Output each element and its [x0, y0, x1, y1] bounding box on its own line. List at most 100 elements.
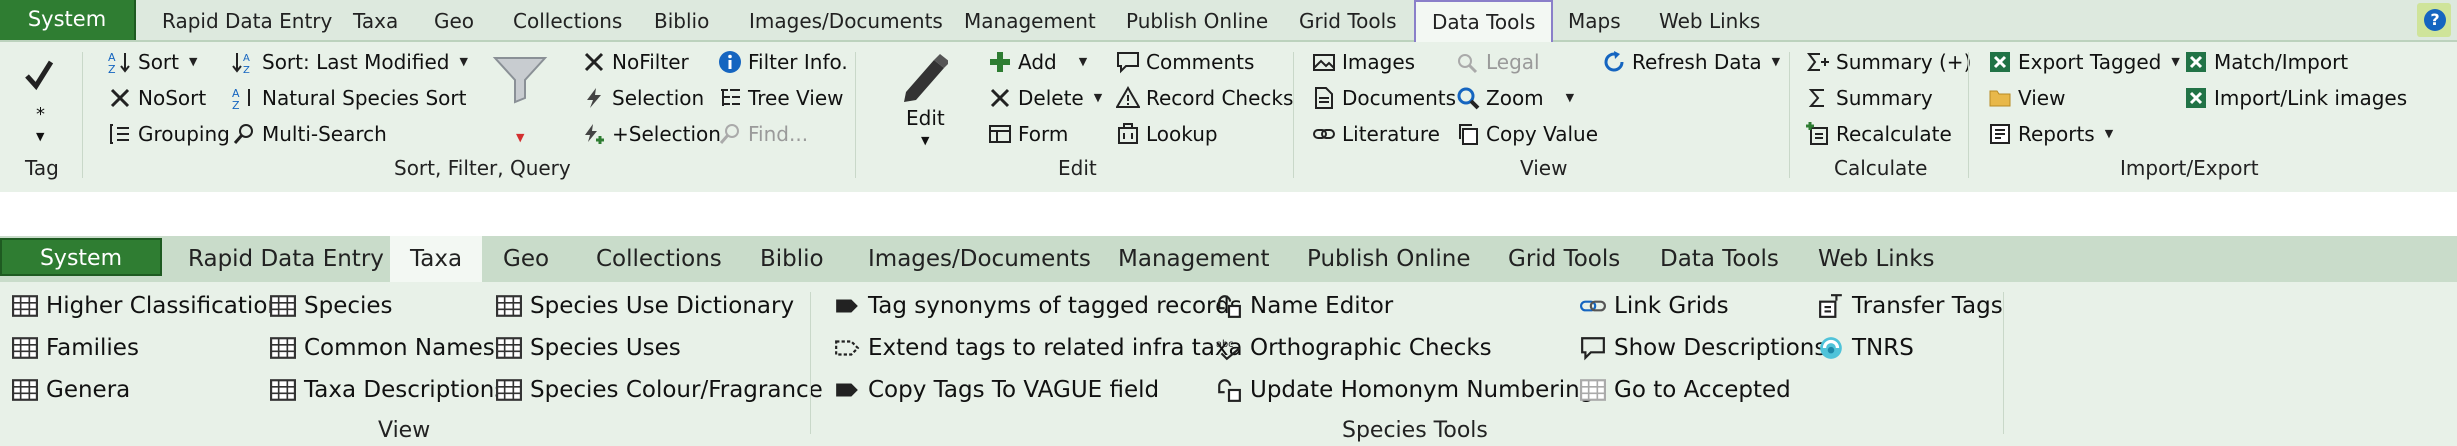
- filter-dropdown-icon[interactable]: ▼: [516, 131, 524, 144]
- selection-button[interactable]: Selection: [582, 82, 704, 114]
- zoom-icon: [1457, 87, 1480, 110]
- form-button[interactable]: Form: [988, 118, 1068, 150]
- genera-button[interactable]: Genera: [12, 372, 130, 408]
- grouping-button[interactable]: Grouping: [108, 118, 230, 150]
- chevron-down-icon[interactable]: ▼: [36, 130, 44, 143]
- documents-button[interactable]: Documents: [1312, 82, 1456, 114]
- tab-taxa[interactable]: Taxa: [353, 0, 398, 40]
- chevron-down-icon[interactable]: ▼: [921, 134, 929, 147]
- tag-button[interactable]: [24, 58, 54, 92]
- refresh-data-button[interactable]: Refresh Data ▼: [1602, 46, 1780, 78]
- show-descriptions-button[interactable]: Show Descriptions: [1580, 330, 1826, 366]
- nofilter-button[interactable]: NoFilter: [582, 46, 689, 78]
- tab-taxa[interactable]: Taxa: [390, 236, 483, 282]
- taxa-descriptions-button[interactable]: Taxa Descriptions: [270, 372, 506, 408]
- families-button[interactable]: Families: [12, 330, 139, 366]
- summary-plus-button[interactable]: Summary (+): [1806, 46, 1971, 78]
- natural-species-sort-button[interactable]: AZ Natural Species Sort: [232, 82, 466, 114]
- grouping-icon: [110, 124, 129, 144]
- close-icon: [990, 88, 1010, 108]
- literature-button[interactable]: Literature: [1312, 118, 1440, 150]
- export-tagged-button[interactable]: Export Tagged ▼: [1988, 46, 2180, 78]
- nosort-button[interactable]: NoSort: [108, 82, 206, 114]
- transfer-tags-label: Transfer Tags: [1852, 293, 2003, 319]
- tab-maps[interactable]: Maps: [1568, 0, 1621, 40]
- tab-grid-tools[interactable]: Grid Tools: [1299, 0, 1397, 40]
- recalculate-button[interactable]: Recalculate: [1806, 118, 1952, 150]
- tree-view-label: Tree View: [748, 86, 844, 110]
- tab-publish-online[interactable]: Publish Online: [1126, 0, 1268, 40]
- reports-button[interactable]: Reports ▼: [1988, 118, 2113, 150]
- filter-info-button[interactable]: Filter Info.: [718, 46, 848, 78]
- summary-plus-label: Summary (+): [1836, 50, 1972, 74]
- grouping-label: Grouping: [138, 122, 230, 146]
- species-use-dictionary-button[interactable]: Species Use Dictionary: [496, 288, 794, 324]
- name-editor-button[interactable]: Name Editor: [1216, 288, 1393, 324]
- find-button[interactable]: Find...: [718, 118, 808, 150]
- species-button[interactable]: Species: [270, 288, 393, 324]
- tab-grid-tools[interactable]: Grid Tools: [1508, 236, 1620, 282]
- warning-icon: [1116, 86, 1140, 108]
- legal-button[interactable]: Legal: [1456, 46, 1540, 78]
- tab-collections[interactable]: Collections: [596, 236, 722, 282]
- tab-images-documents[interactable]: Images/Documents: [749, 0, 943, 40]
- go-to-accepted-button[interactable]: Go to Accepted: [1580, 372, 1791, 408]
- orthographic-checks-button[interactable]: abc Orthographic Checks: [1216, 330, 1492, 366]
- filter-button[interactable]: [492, 54, 548, 104]
- match-import-button[interactable]: Match/Import: [2184, 46, 2348, 78]
- tab-images-documents[interactable]: Images/Documents: [868, 236, 1091, 282]
- tab-system[interactable]: System: [0, 238, 162, 276]
- transfer-tags-button[interactable]: Transfer Tags: [1818, 288, 2003, 324]
- import-link-images-button[interactable]: Import/Link images: [2184, 82, 2407, 114]
- zoom-button[interactable]: Zoom ▼: [1456, 82, 1574, 114]
- tab-biblio[interactable]: Biblio: [654, 0, 709, 40]
- plus-selection-button[interactable]: +Selection: [582, 118, 721, 150]
- add-button[interactable]: Add ▼: [988, 46, 1087, 78]
- sort-button[interactable]: AZ Sort ▼: [108, 46, 197, 78]
- tab-rapid-data-entry[interactable]: Rapid Data Entry: [162, 0, 332, 40]
- name-editor-icon: [1218, 295, 1241, 318]
- record-checks-button[interactable]: Record Checks: [1116, 82, 1293, 114]
- group-divider: [1293, 52, 1294, 178]
- tab-web-links[interactable]: Web Links: [1659, 0, 1760, 40]
- tab-web-links[interactable]: Web Links: [1818, 236, 1935, 282]
- pencil-icon: [904, 54, 948, 102]
- sort-last-modified-button[interactable]: AZ Sort: Last Modified ▼: [232, 46, 468, 78]
- tab-rapid-data-entry[interactable]: Rapid Data Entry: [188, 236, 384, 282]
- tree-view-icon: [721, 89, 740, 106]
- species-label: Species: [304, 293, 393, 319]
- tnrs-button[interactable]: TNRS: [1818, 330, 1914, 366]
- help-button[interactable]: ?: [2417, 3, 2451, 37]
- update-homonym-numbering-button[interactable]: Update Homonym Numbering: [1216, 372, 1594, 408]
- images-button[interactable]: Images: [1312, 46, 1415, 78]
- summary-button[interactable]: Summary: [1806, 82, 1933, 114]
- extend-tags-button[interactable]: Extend tags to related infra taxa: [834, 330, 1243, 366]
- link-grids-button[interactable]: Link Grids: [1580, 288, 1729, 324]
- tab-data-tools[interactable]: Data Tools: [1660, 236, 1779, 282]
- copy-value-button[interactable]: Copy Value: [1456, 118, 1598, 150]
- delete-button[interactable]: Delete ▼: [988, 82, 1102, 114]
- tab-publish-online[interactable]: Publish Online: [1307, 236, 1470, 282]
- lookup-button[interactable]: Lookup: [1116, 118, 1218, 150]
- tab-data-tools[interactable]: Data Tools: [1414, 0, 1554, 42]
- tag-synonyms-button[interactable]: Tag synonyms of tagged records: [834, 288, 1242, 324]
- tnrs-icon: [1820, 337, 1842, 359]
- edit-button[interactable]: [900, 52, 950, 104]
- tab-geo[interactable]: Geo: [434, 0, 474, 40]
- tab-system[interactable]: System: [0, 0, 136, 40]
- tab-management[interactable]: Management: [1118, 236, 1270, 282]
- species-uses-button[interactable]: Species Uses: [496, 330, 681, 366]
- tab-management[interactable]: Management: [964, 0, 1096, 40]
- species-colour-fragrance-button[interactable]: Species Colour/Fragrance: [496, 372, 823, 408]
- tree-view-button[interactable]: Tree View: [718, 82, 844, 114]
- copy-tags-vague-button[interactable]: Copy Tags To VAGUE field: [834, 372, 1159, 408]
- tab-geo[interactable]: Geo: [503, 236, 549, 282]
- common-names-button[interactable]: Common Names: [270, 330, 495, 366]
- view-folder-button[interactable]: View: [1988, 82, 2065, 114]
- svg-text:abc: abc: [1216, 339, 1234, 350]
- multi-search-button[interactable]: Multi-Search: [232, 118, 387, 150]
- higher-classification-button[interactable]: Higher Classification: [12, 288, 282, 324]
- tab-collections[interactable]: Collections: [513, 0, 622, 40]
- comments-button[interactable]: Comments: [1116, 46, 1254, 78]
- tab-biblio[interactable]: Biblio: [760, 236, 824, 282]
